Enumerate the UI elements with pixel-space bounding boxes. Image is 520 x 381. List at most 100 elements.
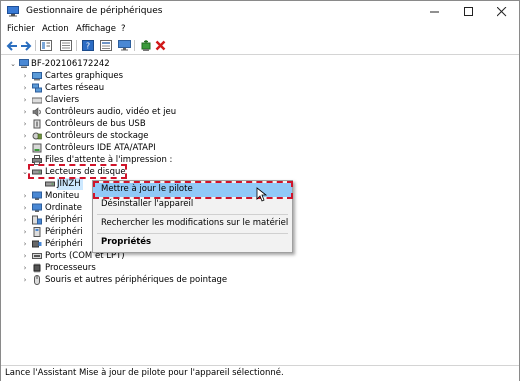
chevron-right-icon[interactable]: › <box>21 119 29 129</box>
chevron-right-icon[interactable]: › <box>21 83 29 93</box>
mouse-icon <box>34 275 40 285</box>
svg-text:?: ? <box>86 42 90 51</box>
menu-item-label: Rechercher les modifications sur le maté… <box>101 218 289 228</box>
tree-root-label: BF-202106172242 <box>31 59 110 69</box>
tree-item-label: JINZH <box>57 178 83 190</box>
menu-action[interactable]: Action <box>42 24 69 34</box>
network-adapter-icon <box>32 83 42 93</box>
ide-controller-icon <box>32 143 42 153</box>
tree-item-label: Contrôleurs IDE ATA/ATAPI <box>45 143 156 153</box>
chevron-right-icon[interactable]: › <box>21 71 29 81</box>
tree-item-label: Périphéri <box>45 239 83 249</box>
speaker-icon <box>32 107 41 117</box>
chevron-right-icon[interactable]: › <box>21 203 29 213</box>
computer-icon <box>32 203 42 212</box>
toolbar: ? <box>1 37 519 55</box>
computer-icon <box>19 59 29 68</box>
toolbar-separator <box>35 40 36 51</box>
menu-bar: Fichier Action Affichage ? <box>1 23 519 37</box>
tree-item-label: Contrôleurs audio, vidéo et jeu <box>45 107 177 117</box>
tree-item-controleurs-usb[interactable]: › Contrôleurs de bus USB <box>1 118 511 130</box>
tree-item-claviers[interactable]: › Claviers <box>1 94 511 106</box>
chevron-right-icon[interactable]: › <box>21 239 29 249</box>
tree-item-souris[interactable]: › Souris et autres périphériques de poin… <box>1 274 511 286</box>
close-icon <box>497 7 507 17</box>
menu-item-scan-hardware[interactable]: Rechercher les modifications sur le maté… <box>93 217 292 231</box>
status-bar: Lance l'Assistant Mise à jour de pilote … <box>1 365 519 381</box>
tree-item-label: Périphéri <box>45 227 83 237</box>
chevron-right-icon[interactable]: › <box>21 263 29 273</box>
tree-item-controleurs-ide[interactable]: › Contrôleurs IDE ATA/ATAPI <box>1 142 511 154</box>
maximize-button[interactable] <box>452 1 486 23</box>
storage-controller-icon <box>32 132 42 140</box>
peripheral-icon <box>32 215 42 225</box>
tree-item-cartes-reseau[interactable]: › Cartes réseau <box>1 82 511 94</box>
monitor-icon <box>32 191 42 200</box>
forward-button[interactable] <box>19 39 33 52</box>
monitor-icon <box>117 40 131 51</box>
chevron-right-icon[interactable]: › <box>21 251 29 261</box>
tree-item-label: Ordinate <box>45 203 82 213</box>
menu-item-properties[interactable]: Propriétés <box>93 236 292 250</box>
chevron-right-icon[interactable]: › <box>21 215 29 225</box>
chevron-right-icon[interactable]: › <box>21 191 29 201</box>
title-bar: Gestionnaire de périphériques <box>1 1 519 23</box>
device-manager-app-icon <box>7 6 19 17</box>
chevron-right-icon[interactable]: › <box>21 95 29 105</box>
menu-help[interactable]: ? <box>121 24 126 34</box>
toolbar-separator <box>134 40 135 51</box>
tree-item-label: Cartes réseau <box>45 83 105 93</box>
mouse-cursor-icon <box>256 187 267 202</box>
chevron-right-icon[interactable]: › <box>21 275 29 285</box>
back-button[interactable] <box>5 39 19 52</box>
tree-item-cartes-graphiques[interactable]: › Cartes graphiques <box>1 70 511 82</box>
back-arrow-icon <box>6 40 17 51</box>
scan-hardware-button[interactable] <box>117 39 131 52</box>
window-title: Gestionnaire de périphériques <box>26 6 163 16</box>
peripheral-icon <box>32 240 42 248</box>
tree-item-label: Claviers <box>45 95 80 105</box>
keyboard-icon <box>32 97 42 104</box>
help-button[interactable]: ? <box>81 39 95 52</box>
chevron-right-icon[interactable]: › <box>21 227 29 237</box>
menu-item-label: Propriétés <box>101 237 152 247</box>
tree-item-processeurs[interactable]: › Processeurs <box>1 262 511 274</box>
tree-item-controleurs-stockage[interactable]: › Contrôleurs de stockage <box>1 130 511 142</box>
uninstall-button[interactable] <box>153 39 167 52</box>
properties-sheet-icon <box>60 40 72 51</box>
usb-icon <box>33 119 41 129</box>
display-adapter-icon <box>32 72 42 81</box>
properties-button[interactable] <box>59 39 73 52</box>
tree-item-label: Processeurs <box>45 263 96 273</box>
minimize-button[interactable] <box>418 1 452 23</box>
forward-arrow-icon <box>21 40 32 51</box>
view-button[interactable] <box>99 39 113 52</box>
menu-affichage[interactable]: Affichage <box>76 24 116 34</box>
tree-root[interactable]: ⌄ BF-202106172242 <box>1 58 511 70</box>
tree-item-label: Contrôleurs de stockage <box>45 131 149 141</box>
highlight-lecteurs-de-disque <box>28 164 127 179</box>
uninstall-x-icon <box>155 40 165 51</box>
chevron-down-icon[interactable]: ⌄ <box>9 59 17 69</box>
menu-separator <box>97 233 288 234</box>
toolbar-separator <box>76 40 77 51</box>
view-list-icon <box>100 40 112 51</box>
tree-item-label: Cartes graphiques <box>45 71 124 81</box>
menu-item-label: Désinstaller l'appareil <box>101 199 194 209</box>
tree-item-controleurs-audio[interactable]: › Contrôleurs audio, vidéo et jeu <box>1 106 511 118</box>
menu-fichier[interactable]: Fichier <box>7 24 35 34</box>
update-driver-icon <box>141 39 151 51</box>
show-hide-button[interactable] <box>39 39 53 52</box>
peripheral-icon <box>33 227 41 237</box>
close-button[interactable] <box>485 1 519 23</box>
show-hide-icon <box>40 40 52 51</box>
chevron-right-icon[interactable]: › <box>21 143 29 153</box>
tree-item-label: Périphéri <box>45 215 83 225</box>
maximize-icon <box>464 7 473 16</box>
processor-icon <box>33 263 41 273</box>
update-driver-button[interactable] <box>139 39 153 52</box>
chevron-right-icon[interactable]: › <box>21 131 29 141</box>
port-icon <box>32 253 42 259</box>
chevron-right-icon[interactable]: › <box>21 107 29 117</box>
tree-item-label: Souris et autres périphériques de pointa… <box>45 275 228 285</box>
